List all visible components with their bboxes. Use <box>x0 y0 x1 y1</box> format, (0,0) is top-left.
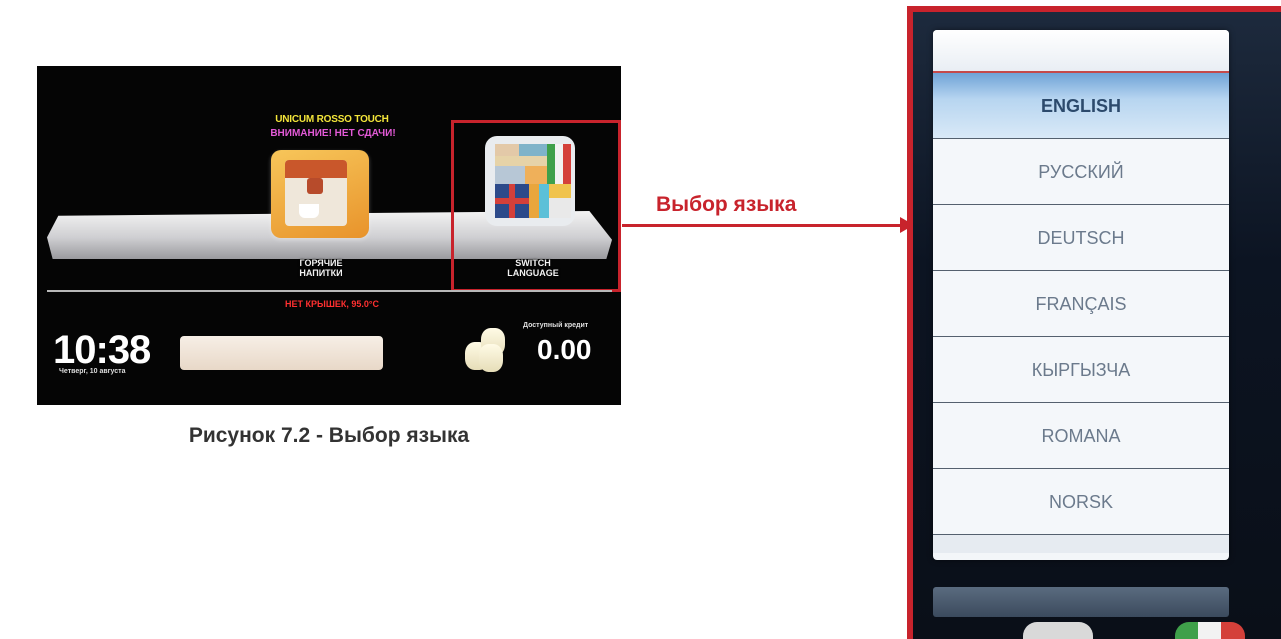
language-item-kyrgyz[interactable]: КЫРГЫЗЧА <box>933 337 1229 403</box>
credit-label: Доступный кредит <box>523 322 589 329</box>
coins-icon <box>465 322 511 372</box>
language-item-english[interactable]: ENGLISH <box>933 73 1229 139</box>
page: UNICUM ROSSO TOUCH ВНИМАНИЕ! НЕТ СДАЧИ! <box>0 0 1281 639</box>
coffee-machine-top <box>285 160 347 178</box>
hot-drinks-label: ГОРЯЧИЕ НАПИТКИ <box>273 258 369 278</box>
language-item-french[interactable]: FRANÇAIS <box>933 271 1229 337</box>
language-screen-frame: ENGLISH РУССКИЙ DEUTSCH FRANÇAIS КЫРГЫЗЧ… <box>907 6 1281 639</box>
machine-main-screen: UNICUM ROSSO TOUCH ВНИМАНИЕ! НЕТ СДАЧИ! <box>37 66 621 405</box>
figure-caption: Рисунок 7.2 - Выбор языка <box>188 424 470 447</box>
hot-drinks-button[interactable] <box>271 150 369 238</box>
switch-language-highlight <box>451 120 621 292</box>
language-item-russian[interactable]: РУССКИЙ <box>933 139 1229 205</box>
arrow-line <box>622 224 906 227</box>
hot-drinks-label-line1: ГОРЯЧИЕ <box>299 258 343 268</box>
emblem-icon <box>307 178 323 194</box>
clock-time: 10:38 <box>53 328 151 372</box>
status-text: НЕТ КРЫШЕК, 95.0°C <box>285 299 379 309</box>
clock-date: Четверг, 10 августа <box>59 368 126 375</box>
language-item-german[interactable]: DEUTSCH <box>933 205 1229 271</box>
screen-footer-bar <box>933 587 1229 617</box>
language-screen: ENGLISH РУССКИЙ DEUTSCH FRANÇAIS КЫРГЫЗЧ… <box>913 12 1281 639</box>
brand-title: UNICUM ROSSO TOUCH <box>275 114 389 125</box>
no-change-warning: ВНИМАНИЕ! НЕТ СДАЧИ! <box>270 128 396 139</box>
language-item-romanian[interactable]: ROMANA <box>933 403 1229 469</box>
arrow-label: Выбор языка <box>656 193 797 216</box>
message-bar <box>180 336 383 370</box>
footer-tile-flag-icon <box>1175 622 1245 639</box>
footer-tile-left <box>1023 622 1093 639</box>
list-footer <box>933 535 1229 553</box>
language-list: ENGLISH РУССКИЙ DEUTSCH FRANÇAIS КЫРГЫЗЧ… <box>933 30 1229 560</box>
list-header <box>933 30 1229 73</box>
hot-drinks-label-line2: НАПИТКИ <box>299 268 343 278</box>
divider <box>47 290 612 292</box>
language-item-norwegian[interactable]: NORSK <box>933 469 1229 535</box>
cup-icon <box>299 204 319 218</box>
credit-value: 0.00 <box>537 334 592 365</box>
